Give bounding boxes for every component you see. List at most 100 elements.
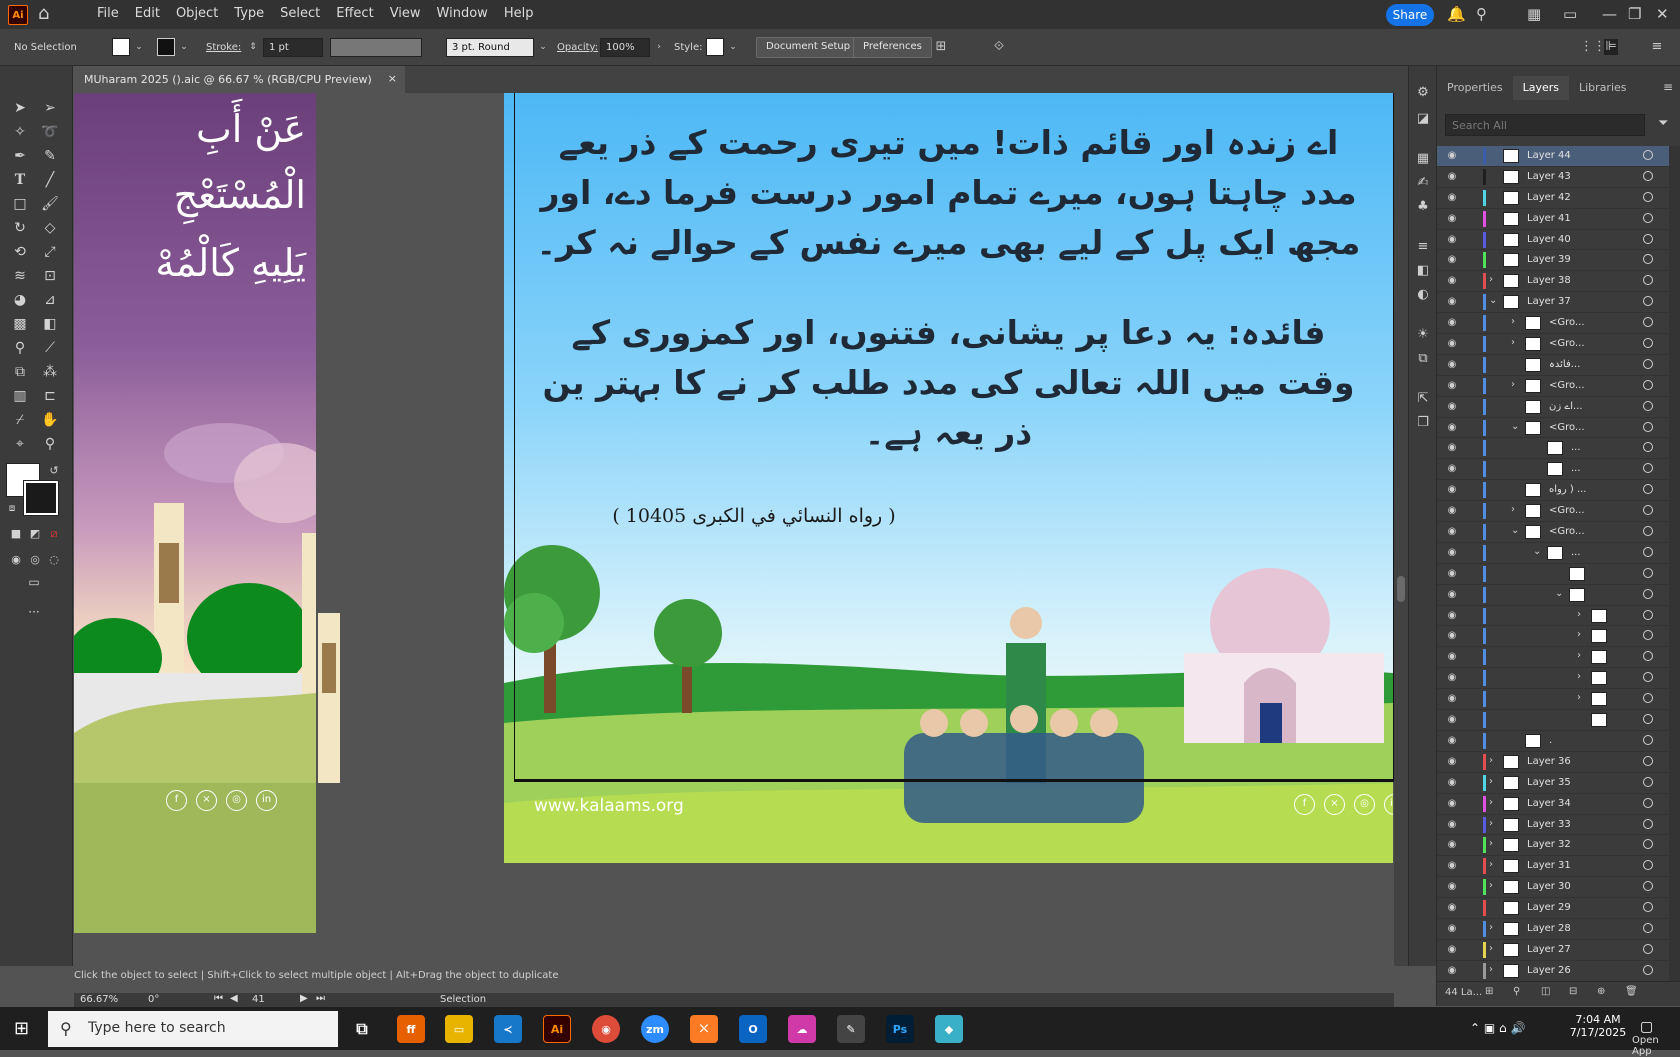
brush-definition-field[interactable]: 3 pt. Round bbox=[446, 38, 534, 57]
layer-name[interactable]: Layer 31 bbox=[1527, 860, 1571, 871]
expand-toggle-icon[interactable]: › bbox=[1489, 818, 1499, 829]
collect-export-icon[interactable]: ⊞ bbox=[1485, 986, 1493, 997]
menu-view[interactable]: View bbox=[382, 6, 429, 21]
swap-colors-icon[interactable]: ↺ bbox=[44, 461, 64, 481]
layer-target-icon[interactable] bbox=[1643, 839, 1653, 850]
layer-row[interactable]: ◉ › Layer 27 bbox=[1437, 940, 1669, 961]
layer-name[interactable]: Layer 32 bbox=[1527, 839, 1571, 850]
firefox-icon[interactable]: ff bbox=[397, 1015, 425, 1043]
rectangle-tool-icon[interactable]: □ bbox=[10, 194, 30, 214]
artboard-tool-icon[interactable]: ⊏ bbox=[40, 386, 60, 406]
layer-row[interactable]: ◉ › Layer 28 bbox=[1437, 919, 1669, 940]
grid-icon[interactable]: ⋮⋮ bbox=[1580, 39, 1606, 55]
symbol-sprayer-tool-icon[interactable]: ⁂ bbox=[40, 362, 60, 382]
edit-toolbar-icon[interactable]: ··· bbox=[24, 602, 44, 622]
notification-icon[interactable]: ▢ bbox=[1640, 1019, 1653, 1035]
stroke-panel-icon[interactable]: ≡ bbox=[1414, 238, 1432, 256]
system-tray-icons[interactable]: ⌃ ▣ ⌂ 🔊 bbox=[1470, 1021, 1525, 1035]
visibility-eye-icon[interactable]: ◉ bbox=[1445, 798, 1459, 809]
taskbar-search-input[interactable]: ⚲ Type here to search bbox=[48, 1011, 338, 1047]
recolor-icon[interactable]: ⟐ bbox=[992, 39, 1006, 55]
layer-target-icon[interactable] bbox=[1643, 588, 1653, 599]
visibility-eye-icon[interactable]: ◉ bbox=[1445, 422, 1459, 433]
expand-toggle-icon[interactable]: › bbox=[1511, 316, 1521, 327]
stroke-color-box[interactable] bbox=[23, 480, 59, 516]
visibility-eye-icon[interactable]: ◉ bbox=[1445, 359, 1459, 370]
layer-row[interactable]: ◉ Layer 41 bbox=[1437, 209, 1669, 230]
layer-target-icon[interactable] bbox=[1643, 881, 1653, 892]
layer-name[interactable]: Layer 37 bbox=[1527, 296, 1571, 307]
variable-width-profile[interactable] bbox=[330, 38, 422, 57]
layer-target-icon[interactable] bbox=[1643, 714, 1653, 725]
visibility-eye-icon[interactable]: ◉ bbox=[1445, 714, 1459, 725]
appearance-icon[interactable]: ☀ bbox=[1414, 326, 1432, 344]
expand-toggle-icon[interactable]: › bbox=[1489, 859, 1499, 870]
menu-type[interactable]: Type bbox=[226, 6, 272, 21]
panel-menu-icon[interactable]: ≡ bbox=[1663, 80, 1673, 94]
expand-toggle-icon[interactable]: › bbox=[1577, 671, 1587, 682]
layer-target-icon[interactable] bbox=[1643, 191, 1653, 202]
eraser-tool-icon[interactable]: ◇ bbox=[40, 218, 60, 238]
layer-row[interactable]: ◉ Layer 42 bbox=[1437, 188, 1669, 209]
layer-name[interactable]: Layer 27 bbox=[1527, 944, 1571, 955]
free-transform-tool-icon[interactable]: ⊡ bbox=[40, 266, 60, 286]
visibility-eye-icon[interactable]: ◉ bbox=[1445, 442, 1459, 453]
layer-row[interactable]: ◉ bbox=[1437, 710, 1669, 731]
gradient-tool-icon[interactable]: ◧ bbox=[40, 314, 60, 334]
expand-toggle-icon[interactable]: ⌄ bbox=[1489, 295, 1499, 306]
layer-name[interactable]: Layer 34 bbox=[1527, 798, 1571, 809]
layer-name[interactable]: Layer 43 bbox=[1527, 171, 1571, 182]
slice-tool-icon[interactable]: ⌿ bbox=[10, 410, 30, 430]
layer-row[interactable]: ◉ › Layer 30 bbox=[1437, 877, 1669, 899]
expand-toggle-icon[interactable]: › bbox=[1489, 964, 1499, 975]
document-tab[interactable]: MUharam 2025 ().aic @ 66.67 % (RGB/CPU P… bbox=[74, 66, 405, 93]
layer-row[interactable]: ◉ اے زن... bbox=[1437, 397, 1669, 418]
expand-toggle-icon[interactable]: › bbox=[1489, 838, 1499, 849]
layer-name[interactable]: <Gro... bbox=[1549, 338, 1585, 349]
visibility-eye-icon[interactable]: ◉ bbox=[1445, 380, 1459, 391]
layer-target-icon[interactable] bbox=[1643, 630, 1653, 641]
draw-normal-icon[interactable]: ◉ bbox=[6, 550, 26, 570]
visibility-eye-icon[interactable]: ◉ bbox=[1445, 192, 1459, 203]
layer-row[interactable]: ◉ › bbox=[1437, 689, 1669, 711]
expand-toggle-icon[interactable]: ⌄ bbox=[1555, 588, 1565, 599]
layer-target-icon[interactable] bbox=[1643, 567, 1653, 578]
layer-name[interactable]: اے زن... bbox=[1549, 401, 1583, 412]
visibility-eye-icon[interactable]: ◉ bbox=[1445, 547, 1459, 558]
first-artboard-icon[interactable]: ⏮ bbox=[214, 993, 223, 1004]
new-sublayer-icon[interactable]: ⊟ bbox=[1569, 986, 1577, 997]
visibility-eye-icon[interactable]: ◉ bbox=[1445, 317, 1459, 328]
visibility-eye-icon[interactable]: ◉ bbox=[1445, 881, 1459, 892]
expand-toggle-icon[interactable]: ⌄ bbox=[1511, 421, 1521, 432]
layer-name[interactable]: رواه ) ... bbox=[1549, 484, 1586, 495]
expand-toggle-icon[interactable]: › bbox=[1511, 504, 1521, 515]
opacity-dropdown-icon[interactable]: › bbox=[652, 39, 666, 55]
graphic-style-swatch[interactable] bbox=[706, 38, 724, 56]
expand-toggle-icon[interactable]: › bbox=[1511, 337, 1521, 348]
graphic-styles-icon[interactable]: ⧉ bbox=[1414, 350, 1432, 368]
shape-builder-tool-icon[interactable]: ◕ bbox=[10, 290, 30, 310]
fill-dropdown-icon[interactable]: ⌄ bbox=[132, 39, 146, 55]
layer-name[interactable]: Layer 39 bbox=[1527, 254, 1571, 265]
layer-row[interactable]: ◉... bbox=[1437, 438, 1669, 460]
menu-effect[interactable]: Effect bbox=[328, 6, 381, 21]
close-window-icon[interactable]: ✕ bbox=[1656, 5, 1669, 23]
style-dropdown-icon[interactable]: ⌄ bbox=[726, 39, 740, 55]
windows-start-icon[interactable]: ⊞ bbox=[14, 1019, 34, 1039]
filter-icon[interactable]: ⏷ bbox=[1658, 116, 1668, 131]
xampp-icon[interactable]: ⛌ bbox=[690, 1015, 718, 1043]
vertical-scroll-thumb[interactable] bbox=[1397, 576, 1405, 602]
task-view-icon[interactable]: ⧉ bbox=[348, 1015, 376, 1043]
last-artboard-icon[interactable]: ⏭ bbox=[316, 993, 325, 1004]
layer-name[interactable]: Layer 29 bbox=[1527, 902, 1571, 913]
layer-target-icon[interactable] bbox=[1643, 672, 1653, 683]
document-setup-button[interactable]: Document Setup bbox=[756, 37, 861, 58]
stroke-label[interactable]: Stroke: bbox=[206, 42, 241, 53]
layer-row[interactable]: ◉ Layer 39 bbox=[1437, 250, 1669, 272]
layers-search-input[interactable]: Search All bbox=[1445, 114, 1645, 136]
visibility-eye-icon[interactable]: ◉ bbox=[1445, 401, 1459, 412]
visibility-eye-icon[interactable]: ◉ bbox=[1445, 171, 1459, 182]
visibility-eye-icon[interactable]: ◉ bbox=[1445, 756, 1459, 767]
opacity-label[interactable]: Opacity: bbox=[557, 42, 598, 53]
align-panel-icon[interactable]: ⊫ bbox=[1604, 39, 1618, 55]
